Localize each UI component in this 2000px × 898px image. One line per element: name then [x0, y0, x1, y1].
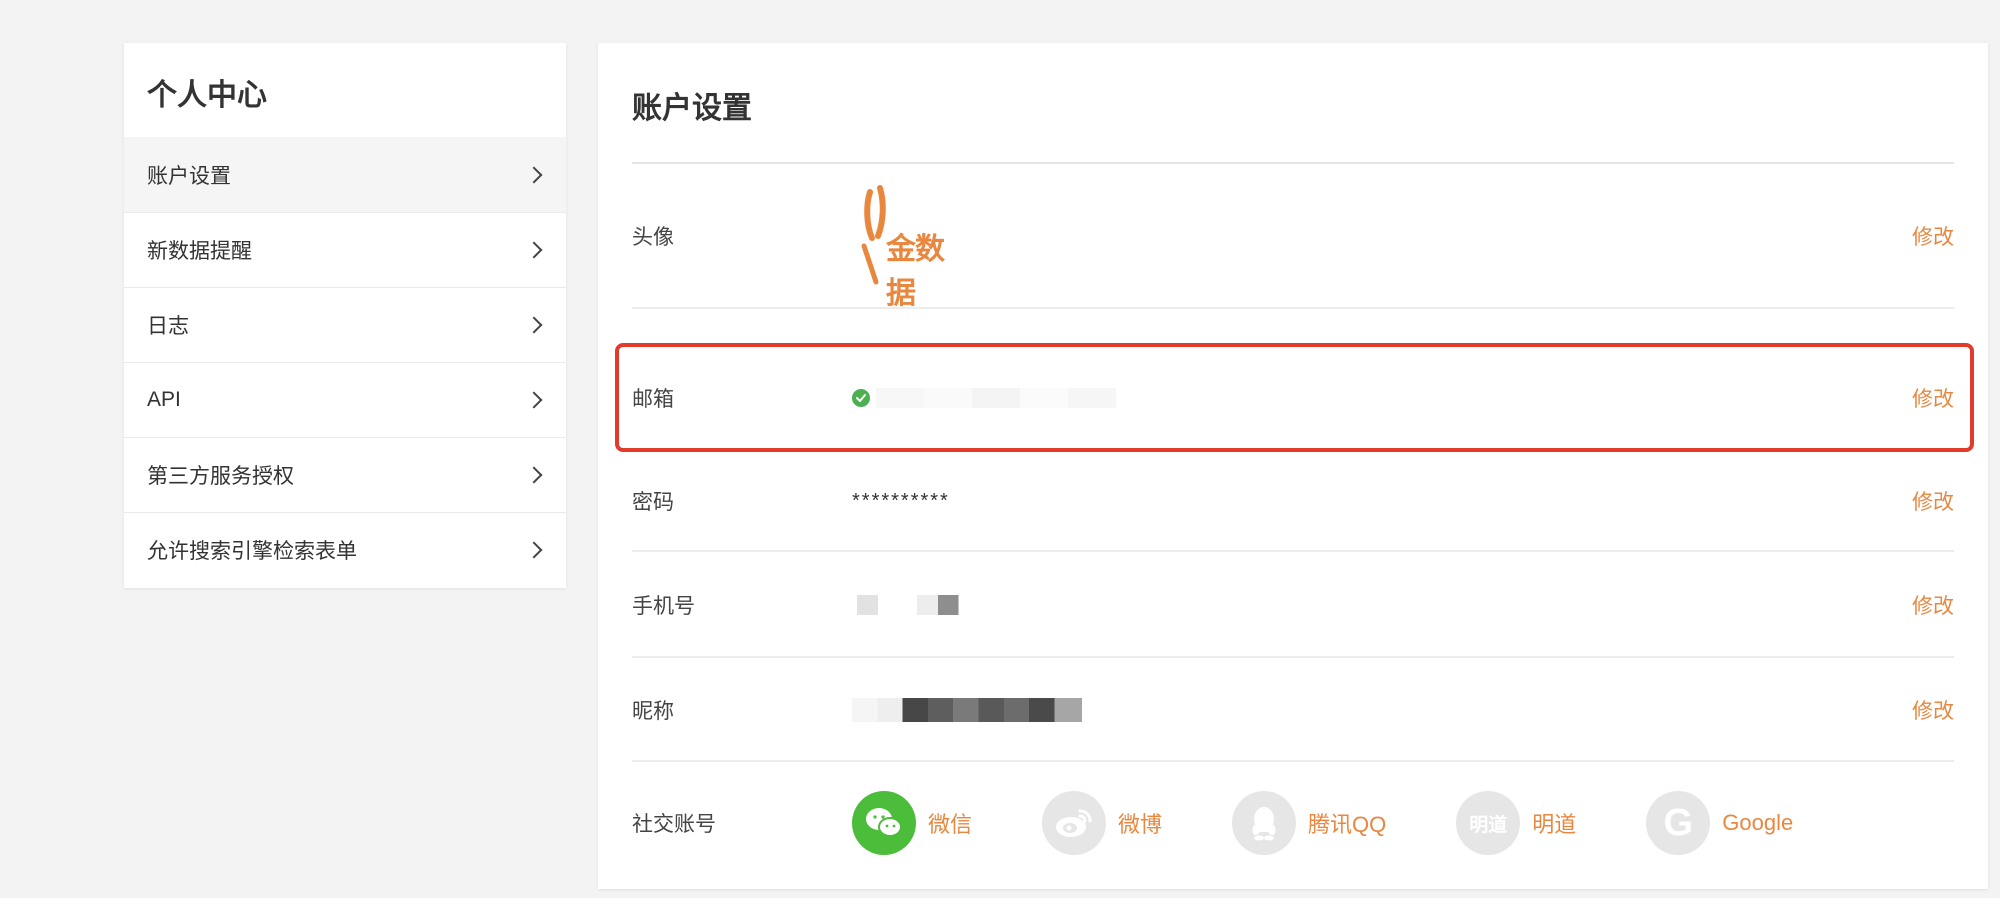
phone-row: 手机号 修改: [632, 554, 1954, 658]
google-icon: G: [1646, 791, 1711, 855]
social-google[interactable]: G Google: [1646, 791, 1793, 855]
chevron-right-icon: [525, 316, 543, 334]
chevron-right-icon: [525, 166, 543, 184]
edit-avatar-link[interactable]: 修改: [1912, 221, 1954, 251]
chevron-right-icon: [525, 466, 543, 484]
sidebar-item-label: API: [147, 388, 181, 411]
sidebar-item-third-party-auth[interactable]: 第三方服务授权: [124, 437, 566, 512]
edit-password-link[interactable]: 修改: [1912, 486, 1954, 516]
phone-label: 手机号: [632, 595, 695, 618]
account-settings-panel: 账户设置 头像 金数据 修改 邮箱 修改 密码 ********** 修改 手机…: [598, 43, 1988, 889]
sidebar-title: 个人中心: [147, 79, 267, 112]
redacted-phone: [852, 595, 982, 615]
chevron-right-icon: [525, 541, 543, 559]
social-wechat-label: 微信: [928, 812, 973, 837]
social-google-label: Google: [1722, 810, 1794, 835]
chevron-right-icon: [525, 391, 543, 409]
redacted-nickname: [852, 698, 1082, 722]
nickname-row: 昵称 修改: [632, 660, 1954, 762]
sidebar-item-label: 账户设置: [147, 165, 231, 188]
sidebar-item-logs[interactable]: 日志: [124, 287, 566, 362]
social-weibo-label: 微博: [1118, 812, 1163, 837]
sidebar-item-label: 第三方服务授权: [147, 465, 294, 488]
sidebar-item-label: 允许搜索引擎检索表单: [147, 540, 357, 563]
social-qq-label: 腾讯QQ: [1308, 812, 1387, 837]
avatar: 金数据: [856, 184, 954, 310]
qq-icon: [1232, 791, 1297, 855]
sidebar-item-label: 新数据提醒: [147, 240, 252, 263]
wechat-icon: [852, 791, 916, 855]
google-icon-text: G: [1663, 801, 1694, 844]
chevron-right-icon: [525, 241, 543, 259]
social-mingdao[interactable]: 明道 明道: [1456, 791, 1576, 855]
social-mingdao-label: 明道: [1532, 812, 1577, 837]
sidebar-item-search-engine-indexing[interactable]: 允许搜索引擎检索表单: [124, 512, 566, 587]
password-value: **********: [852, 489, 950, 512]
avatar-label: 头像: [632, 225, 674, 249]
avatar-row: 头像 金数据 修改: [632, 164, 1954, 310]
edit-nickname-link[interactable]: 修改: [1912, 695, 1954, 725]
sidebar-item-api[interactable]: API: [124, 362, 566, 437]
social-weibo[interactable]: 微博: [1042, 791, 1162, 855]
mingdao-icon: 明道: [1456, 791, 1521, 855]
social-qq[interactable]: 腾讯QQ: [1232, 791, 1386, 855]
phone-value: [852, 595, 1912, 615]
edit-phone-link[interactable]: 修改: [1912, 590, 1954, 620]
highlight-box: [615, 343, 1974, 452]
sidebar-item-account-settings[interactable]: 账户设置: [124, 137, 566, 212]
nickname-label: 昵称: [632, 700, 674, 723]
nickname-value: [852, 698, 1912, 722]
sidebar-item-new-data-alerts[interactable]: 新数据提醒: [124, 212, 566, 287]
social-row: 社交账号 微信 微博 腾讯QQ 明道 明道 G Google: [632, 764, 1954, 882]
page-title: 账户设置: [632, 92, 752, 125]
sidebar: 个人中心 账户设置 新数据提醒 日志 API 第三方服务授权 允许搜索引擎检索表…: [124, 43, 566, 588]
password-label: 密码: [632, 491, 674, 514]
social-wechat[interactable]: 微信: [852, 791, 972, 855]
password-row: 密码 ********** 修改: [632, 452, 1954, 552]
social-label: 社交账号: [632, 813, 716, 836]
mingdao-icon-text: 明道: [1469, 814, 1508, 836]
weibo-icon: [1042, 791, 1107, 855]
sidebar-item-label: 日志: [147, 315, 189, 338]
logo-text: 金数据: [886, 232, 945, 310]
